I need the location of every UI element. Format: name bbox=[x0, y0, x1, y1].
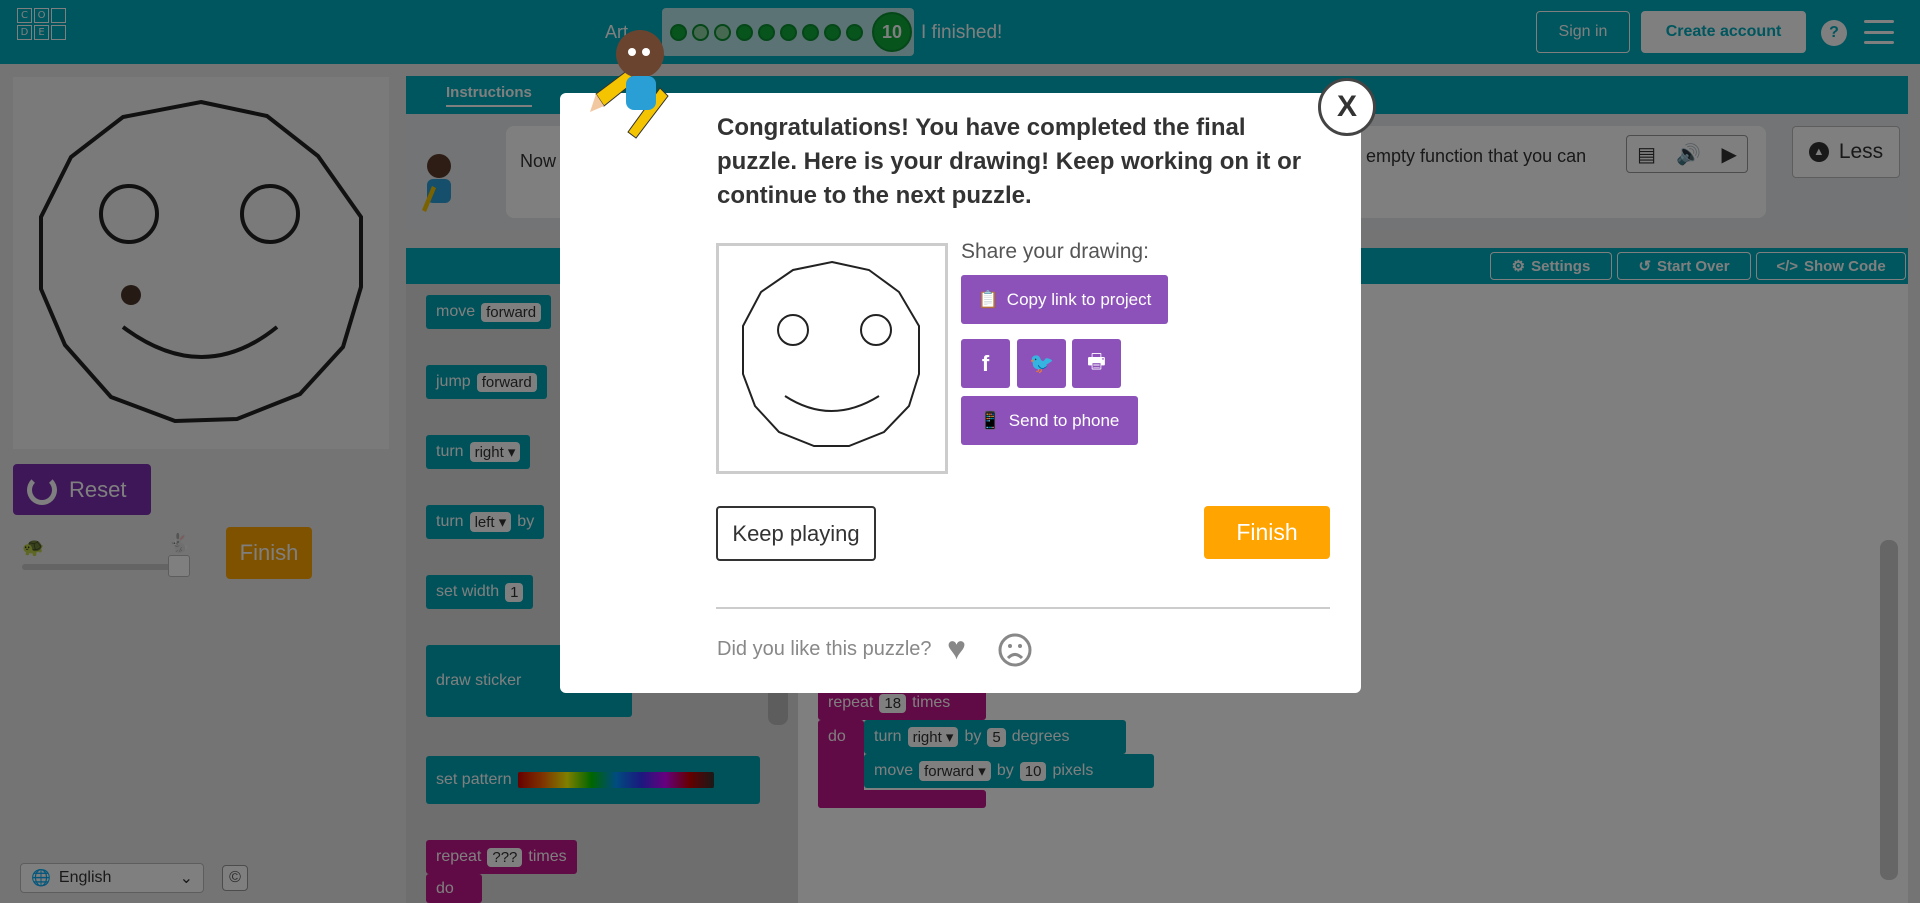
artist-character-icon bbox=[590, 30, 669, 139]
dialog-title: Congratulations! You have completed the … bbox=[717, 114, 1302, 209]
heart-icon[interactable]: ♥ bbox=[947, 632, 966, 664]
sad-face-icon[interactable] bbox=[998, 633, 1032, 667]
share-label: Share your drawing: bbox=[961, 240, 1149, 263]
close-button[interactable]: X bbox=[1318, 78, 1376, 136]
copy-link-button[interactable]: 📋 Copy link to project bbox=[961, 275, 1168, 324]
phone-icon: 📱 bbox=[979, 410, 1001, 430]
dialog-divider bbox=[716, 607, 1330, 609]
send-to-phone-button[interactable]: 📱 Send to phone bbox=[961, 396, 1138, 445]
facebook-icon: f bbox=[981, 350, 990, 376]
print-button[interactable]: 🖶 bbox=[1072, 339, 1121, 388]
clipboard-icon: 📋 bbox=[977, 289, 999, 309]
twitter-share-button[interactable]: 🐦 bbox=[1017, 339, 1066, 388]
feedback-prompt: Did you like this puzzle? bbox=[717, 638, 932, 660]
print-icon: 🖶 bbox=[1087, 350, 1106, 373]
drawing-thumbnail bbox=[716, 243, 948, 474]
finish-button[interactable]: Finish bbox=[1204, 506, 1330, 559]
facebook-share-button[interactable]: f bbox=[961, 339, 1010, 388]
twitter-icon: 🐦 bbox=[1029, 353, 1054, 375]
keep-playing-button[interactable]: Keep playing bbox=[716, 506, 876, 561]
